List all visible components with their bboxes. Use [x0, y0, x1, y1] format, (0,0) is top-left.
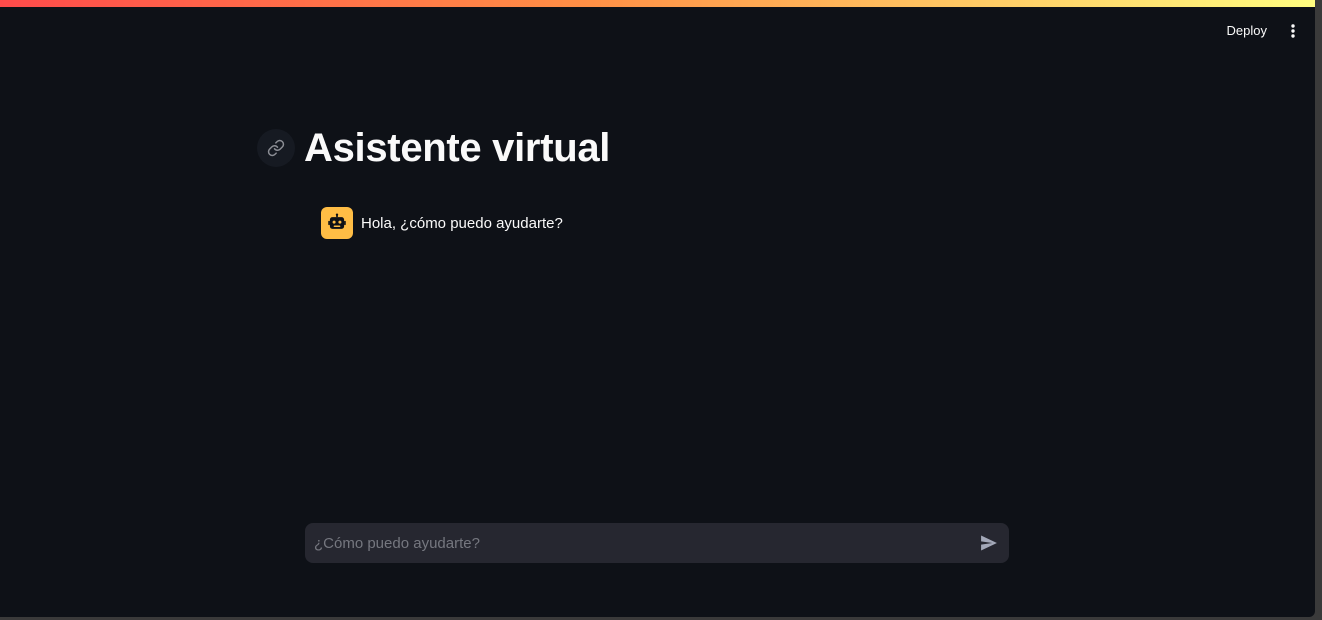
header-anchor-link[interactable] [257, 129, 295, 167]
title-row: Asistente virtual [257, 126, 610, 170]
chat-message: Hola, ¿cómo puedo ayudarte? [321, 207, 563, 239]
app-window: Deploy Asistente virtual Hola, ¿cómo pue… [0, 0, 1315, 617]
more-vertical-icon [1291, 24, 1295, 38]
deploy-button[interactable]: Deploy [1225, 19, 1269, 43]
robot-icon [328, 213, 346, 229]
header: Deploy [0, 7, 1315, 53]
main-menu-button[interactable] [1283, 19, 1303, 43]
chat-input-container [305, 523, 1009, 563]
link-icon [267, 139, 285, 157]
chat-input[interactable] [305, 523, 955, 563]
send-icon [981, 535, 997, 551]
page-title: Asistente virtual [304, 126, 611, 170]
message-text: Hola, ¿cómo puedo ayudarte? [361, 214, 563, 232]
decoration-bar [0, 0, 1315, 7]
assistant-avatar [321, 207, 353, 239]
send-button[interactable] [977, 531, 1001, 555]
